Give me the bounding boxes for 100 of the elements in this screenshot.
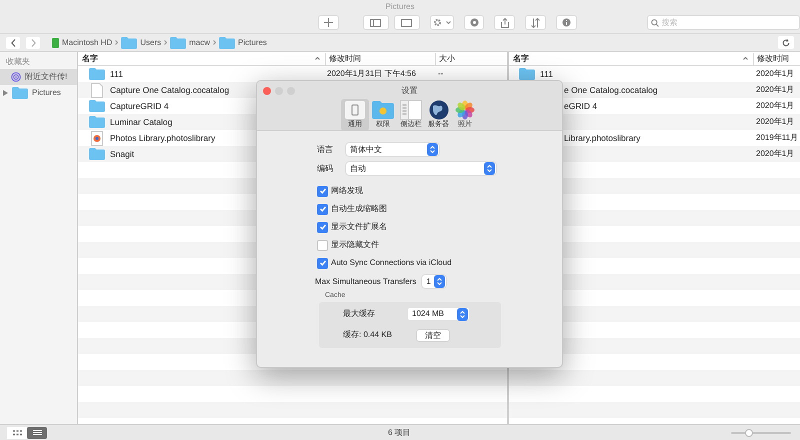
gear-icon <box>432 18 442 27</box>
grid-icon <box>12 430 22 436</box>
file-name[interactable]: e One Catalog.cocatalog <box>564 84 658 96</box>
file-name[interactable]: Library.photoslibrary <box>564 132 640 144</box>
globe-icon <box>428 100 448 120</box>
share-button[interactable] <box>494 15 516 30</box>
column-header[interactable]: 名字 <box>78 52 325 64</box>
file-name[interactable]: eGRID 4 <box>564 100 598 112</box>
sort-button[interactable] <box>525 15 546 30</box>
window-title: Pictures <box>386 2 414 12</box>
view-button[interactable] <box>394 15 420 30</box>
stepper-icon <box>457 308 468 320</box>
checkbox-label[interactable]: 显示文件扩展名 <box>331 221 387 233</box>
file-name[interactable]: 111 <box>110 68 123 80</box>
modified-date: 2020年1月 <box>755 116 796 128</box>
clear-button[interactable]: 清空 <box>417 330 449 340</box>
sidebar-item[interactable]: 附近文件传! <box>0 69 77 85</box>
folder-check-icon <box>372 100 394 118</box>
file-name[interactable]: Luminar Catalog <box>110 116 172 128</box>
column-header[interactable]: 修改时间 <box>325 52 435 64</box>
modified-date: 2020年1月 <box>755 148 796 160</box>
folder-icon <box>89 68 105 80</box>
dialog-title: 设置 <box>402 86 418 96</box>
language-select[interactable]: 简体中文 <box>346 143 439 156</box>
search-icon <box>650 18 659 26</box>
chevron-right-icon <box>164 40 168 45</box>
checkbox[interactable] <box>317 186 328 196</box>
slider-thumb[interactable] <box>745 428 753 436</box>
zoom-slider[interactable] <box>731 428 791 438</box>
sort-caret-icon <box>743 57 748 60</box>
modified-date: 2020年1月 <box>755 100 796 112</box>
list-view-button[interactable] <box>27 426 47 438</box>
airdrop-icon <box>11 72 21 82</box>
checkbox[interactable] <box>317 240 328 250</box>
sidebar-icon <box>400 100 422 120</box>
photos-flower-icon <box>455 100 475 120</box>
file-name[interactable]: Photos Library.photoslibrary <box>110 132 216 144</box>
modified-date: 2020年1月31日 下午4:56 <box>327 69 416 78</box>
folder-icon <box>12 87 28 99</box>
drive-icon <box>52 38 59 48</box>
folder-icon <box>89 148 105 160</box>
folder-icon <box>89 100 105 112</box>
column-header[interactable]: 大小 <box>435 52 507 64</box>
checkbox-label[interactable]: Auto Sync Connections via iCloud <box>331 257 452 269</box>
chevron-right-icon <box>213 40 216 45</box>
sidebar-item[interactable]: Pictures <box>0 85 77 101</box>
share-icon <box>500 18 509 28</box>
max-cache-select[interactable]: 1024 MB <box>408 308 469 320</box>
stepper-icon <box>434 275 446 288</box>
add-button[interactable] <box>318 15 339 30</box>
path-crumb[interactable]: Pictures <box>219 36 267 48</box>
field-label: 编码 <box>317 162 334 174</box>
sidebar-toggle-button[interactable] <box>362 15 389 30</box>
connect-button[interactable] <box>464 15 484 30</box>
chevron-down-icon <box>446 21 451 24</box>
folder-icon <box>519 68 535 80</box>
sort-arrows-icon <box>531 18 540 28</box>
refresh-button[interactable] <box>778 36 794 49</box>
checkbox-label[interactable]: 网络发现 <box>331 185 363 197</box>
folder-icon <box>170 36 186 48</box>
list-icon <box>32 430 42 436</box>
path-crumb[interactable]: Users <box>121 36 162 48</box>
icon-view-button[interactable] <box>7 426 27 438</box>
forward-button[interactable] <box>26 36 40 48</box>
file-name[interactable]: Snagit <box>110 148 134 160</box>
file-size: -- <box>438 69 444 78</box>
column-header[interactable]: 修改时间 <box>753 52 800 64</box>
checkbox[interactable] <box>317 204 328 214</box>
search-field[interactable]: 搜索 <box>646 15 800 30</box>
info-icon <box>562 18 571 27</box>
phone-icon <box>344 100 366 120</box>
modified-date: 2019年11月 <box>755 132 800 144</box>
stepper-icon <box>484 162 495 175</box>
disclosure-triangle-icon <box>3 90 8 96</box>
item-count: 6 项目 <box>388 426 411 438</box>
chevron-right-icon <box>115 40 118 45</box>
chevron-right-icon <box>30 38 36 46</box>
plus-icon <box>324 18 333 27</box>
back-button[interactable] <box>6 36 20 48</box>
close-icon[interactable] <box>263 87 271 95</box>
field-label: Max Simultaneous Transfers <box>315 276 416 288</box>
action-menu-button[interactable] <box>430 15 454 30</box>
sort-caret-icon <box>315 57 320 60</box>
file-name[interactable]: CaptureGRID 4 <box>110 100 169 112</box>
checkbox-label[interactable]: 显示隐藏文件 <box>331 239 379 251</box>
field-label: 最大缓存 <box>343 308 376 320</box>
file-name[interactable]: 111 <box>540 68 553 80</box>
encoding-select[interactable]: 自动 <box>346 162 496 175</box>
sidebar-icon <box>370 18 382 26</box>
checkbox[interactable] <box>317 258 328 268</box>
sidebar-heading: 收藏夹 <box>5 56 31 68</box>
transfers-select[interactable]: 1 <box>422 275 446 288</box>
field-label: 语言 <box>317 144 334 156</box>
column-header[interactable]: 名字 <box>509 52 743 64</box>
info-button[interactable] <box>556 15 577 30</box>
checkbox-label[interactable]: 自动生成缩略图 <box>331 203 387 215</box>
path-crumb[interactable]: Macintosh HD <box>52 36 112 48</box>
path-crumb[interactable]: macw <box>170 36 210 48</box>
file-name[interactable]: Capture One Catalog.cocatalog <box>110 84 230 96</box>
checkbox[interactable] <box>317 222 328 232</box>
